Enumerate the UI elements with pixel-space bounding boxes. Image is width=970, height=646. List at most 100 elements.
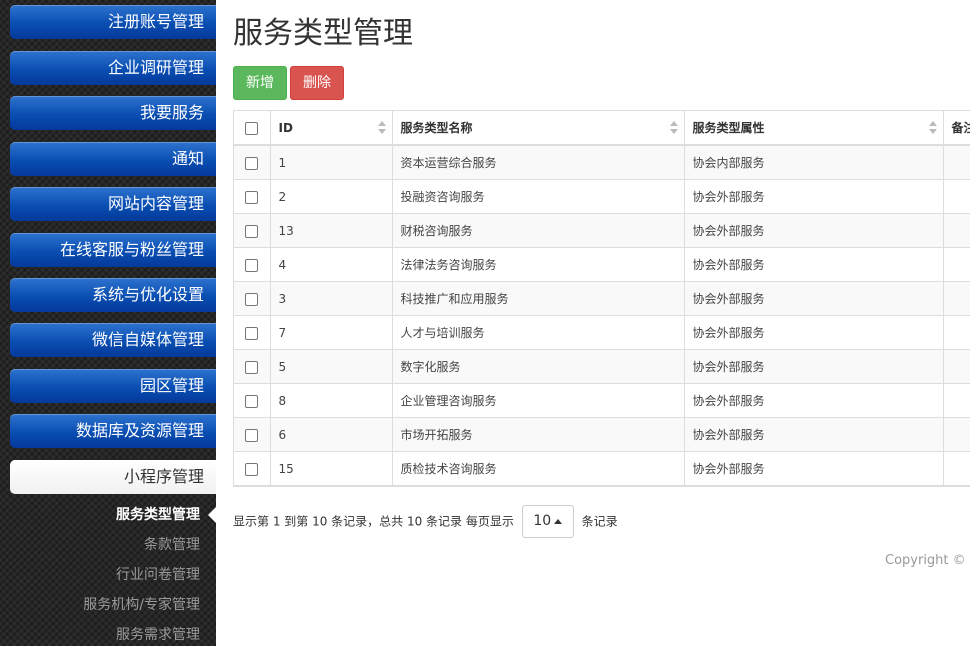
cell-remark <box>943 179 970 214</box>
table-row[interactable]: 8 企业管理咨询服务 协会外部服务 <box>234 383 970 418</box>
table-row[interactable]: 3 科技推广和应用服务 协会外部服务 <box>234 281 970 316</box>
cell-name: 企业管理咨询服务 <box>392 383 685 418</box>
row-checkbox[interactable] <box>245 258 259 272</box>
row-checkbox[interactable] <box>245 360 259 374</box>
subnav-service-types[interactable]: 服务类型管理 <box>116 505 200 525</box>
sort-icon[interactable] <box>669 121 678 135</box>
cell-id: 15 <box>270 451 393 486</box>
page-size-value: 10 <box>533 513 552 529</box>
cell-id: 13 <box>270 213 393 248</box>
table-row[interactable]: 2 投融资咨询服务 协会外部服务 <box>234 179 970 214</box>
cell-id: 2 <box>270 179 393 214</box>
nav-item-park[interactable]: 园区管理 <box>10 369 216 403</box>
pagination-info: 显示第 1 到第 10 条记录，总共 10 条记录 每页显示 10 条记录 <box>233 505 618 538</box>
cell-name: 人才与培训服务 <box>392 315 685 350</box>
row-checkbox[interactable] <box>245 428 259 442</box>
cell-id: 5 <box>270 349 393 384</box>
nav-item-account[interactable]: 注册账号管理 <box>10 5 216 39</box>
row-checkbox[interactable] <box>245 190 259 204</box>
table-row[interactable]: 6 市场开拓服务 协会外部服务 <box>234 417 970 452</box>
row-checkbox[interactable] <box>245 326 259 340</box>
column-header-attr[interactable]: 服务类型属性 <box>684 111 944 146</box>
nav-item-customer-service[interactable]: 在线客服与粉丝管理 <box>10 233 216 267</box>
cell-remark <box>943 383 970 418</box>
row-select-cell <box>234 349 271 384</box>
sidebar: 注册账号管理 企业调研管理 我要服务 通知 网站内容管理 在线客服与粉丝管理 系… <box>0 0 216 646</box>
nav-item-survey[interactable]: 企业调研管理 <box>10 51 216 85</box>
add-button[interactable]: 新增 <box>233 66 287 100</box>
cell-name: 数字化服务 <box>392 349 685 384</box>
cell-attr: 协会外部服务 <box>684 179 944 214</box>
data-table: ID 服务类型名称 服务类型属性 备注 1资本运营综合服务协会内部服务2投融资咨… <box>233 110 970 487</box>
cell-remark <box>943 247 970 282</box>
cell-remark <box>943 451 970 486</box>
table-row[interactable]: 1 资本运营综合服务 协会内部服务 <box>234 145 970 180</box>
row-select-cell <box>234 281 271 316</box>
cell-attr: 协会外部服务 <box>684 417 944 452</box>
cell-name: 质检技术咨询服务 <box>392 451 685 486</box>
cell-name: 科技推广和应用服务 <box>392 281 685 316</box>
cell-attr: 协会外部服务 <box>684 315 944 350</box>
table-row[interactable]: 5 数字化服务 协会外部服务 <box>234 349 970 384</box>
cell-name: 财税咨询服务 <box>392 213 685 248</box>
column-header-remark[interactable]: 备注 <box>943 111 970 146</box>
column-header-id[interactable]: ID <box>270 111 393 146</box>
cell-remark <box>943 349 970 384</box>
row-select-cell <box>234 145 271 180</box>
cell-id: 3 <box>270 281 393 316</box>
cell-attr: 协会外部服务 <box>684 247 944 282</box>
row-select-cell <box>234 417 271 452</box>
subnav-demands[interactable]: 服务需求管理 <box>116 625 200 645</box>
row-select-cell <box>234 213 271 248</box>
row-checkbox[interactable] <box>245 394 259 408</box>
cell-id: 1 <box>270 145 393 180</box>
active-caret-icon <box>208 507 216 523</box>
row-checkbox[interactable] <box>245 462 259 476</box>
per-page-prefix: 每页显示 <box>465 514 514 529</box>
cell-name: 投融资咨询服务 <box>392 179 685 214</box>
row-checkbox[interactable] <box>245 224 259 238</box>
row-select-cell <box>234 247 271 282</box>
table-row[interactable]: 15 质检技术咨询服务 协会外部服务 <box>234 451 970 486</box>
cell-name: 资本运营综合服务 <box>392 145 685 180</box>
cell-id: 4 <box>270 247 393 282</box>
row-select-cell <box>234 451 271 486</box>
nav-item-notice[interactable]: 通知 <box>10 142 216 176</box>
subnav-institutions[interactable]: 服务机构/专家管理 <box>83 595 200 615</box>
cell-name: 法律法务咨询服务 <box>392 247 685 282</box>
nav-item-website-content[interactable]: 网站内容管理 <box>10 187 216 221</box>
column-header-name[interactable]: 服务类型名称 <box>392 111 685 146</box>
row-checkbox[interactable] <box>245 292 259 306</box>
cell-attr: 协会外部服务 <box>684 213 944 248</box>
page-title: 服务类型管理 <box>233 16 413 51</box>
row-checkbox[interactable] <box>245 156 259 170</box>
pagination-summary: 显示第 1 到第 10 条记录，总共 10 条记录 <box>233 514 463 529</box>
nav-item-system-settings[interactable]: 系统与优化设置 <box>10 278 216 312</box>
table-row[interactable]: 7 人才与培训服务 协会外部服务 <box>234 315 970 350</box>
cell-id: 8 <box>270 383 393 418</box>
row-select-cell <box>234 179 271 214</box>
nav-item-service[interactable]: 我要服务 <box>10 96 216 130</box>
per-page-suffix: 条记录 <box>581 514 618 529</box>
cell-attr: 协会外部服务 <box>684 281 944 316</box>
copyright-text: Copyright © 20 <box>885 553 970 568</box>
cell-name: 市场开拓服务 <box>392 417 685 452</box>
delete-button[interactable]: 删除 <box>290 66 344 100</box>
select-all-checkbox[interactable] <box>245 121 259 135</box>
caret-up-icon <box>554 519 563 524</box>
sort-icon[interactable] <box>928 121 937 135</box>
row-select-cell <box>234 315 271 350</box>
table-header-row: ID 服务类型名称 服务类型属性 备注 <box>234 111 970 146</box>
nav-item-wechat-media[interactable]: 微信自媒体管理 <box>10 323 216 357</box>
cell-remark <box>943 417 970 452</box>
subnav-questionnaire[interactable]: 行业问卷管理 <box>116 565 200 585</box>
main-content: 服务类型管理 新增 删除 ID 服务类型名称 服务类型属性 备注 1资本运营综 <box>216 0 970 646</box>
nav-item-miniprogram[interactable]: 小程序管理 <box>10 460 216 494</box>
sort-icon[interactable] <box>377 121 386 135</box>
page-size-dropdown[interactable]: 10 <box>521 505 574 538</box>
table-row[interactable]: 4 法律法务咨询服务 协会外部服务 <box>234 247 970 282</box>
cell-remark <box>943 281 970 316</box>
nav-item-database[interactable]: 数据库及资源管理 <box>10 414 216 448</box>
table-row[interactable]: 13 财税咨询服务 协会外部服务 <box>234 213 970 248</box>
subnav-terms[interactable]: 条款管理 <box>144 535 200 555</box>
